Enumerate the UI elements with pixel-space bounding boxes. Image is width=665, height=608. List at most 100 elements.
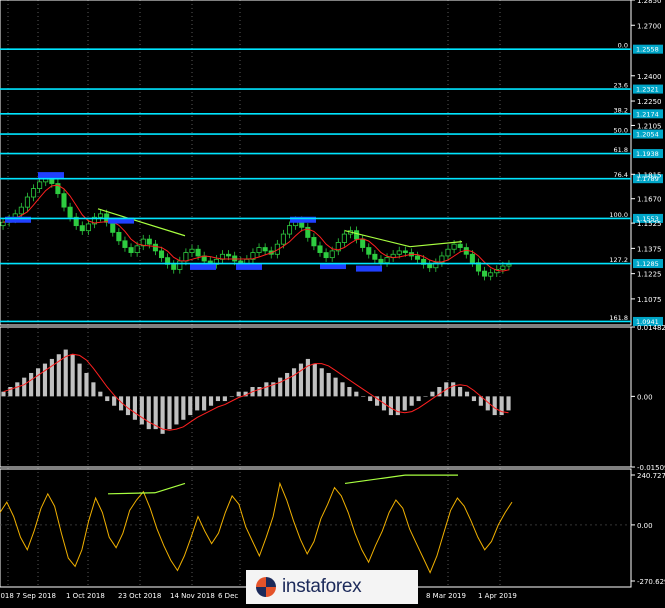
macd-bar [264, 382, 269, 397]
macd-panel-border [0, 326, 632, 468]
candle-body [98, 213, 104, 218]
fib-price-label: 1.1285 [636, 260, 659, 268]
macd-bar [506, 396, 511, 411]
candle-body [317, 245, 323, 253]
candle-body [61, 193, 67, 208]
fib-level-tag: 161.8 [609, 314, 628, 322]
macd-bar [236, 391, 241, 397]
swing-marker [38, 172, 64, 179]
candle-body [286, 225, 293, 235]
candle-body [354, 230, 360, 240]
candle-body [18, 206, 24, 215]
macd-bar [35, 368, 41, 397]
candle-body [116, 231, 122, 242]
macd-bar [132, 396, 137, 420]
candle-body [262, 247, 268, 252]
candle-body [341, 233, 347, 243]
candle-body [366, 247, 372, 255]
macd-bar [22, 377, 27, 397]
macd-bar [70, 354, 75, 397]
candle-body [445, 248, 451, 257]
fib-level-tag: 38.2 [614, 106, 628, 114]
macd-bar [181, 396, 186, 420]
macd-bar [105, 396, 110, 402]
y-tick-label: 1.1525 [637, 220, 662, 228]
candle-body [488, 272, 494, 277]
candle-body [171, 263, 177, 270]
swing-marker [236, 263, 262, 270]
candle-body [482, 270, 488, 277]
chart-svg[interactable]: 0.0 1.2558 23.6 1.2321 38.2 1.2174 50.0 1.2054 6… [0, 0, 665, 604]
macd-bar [319, 368, 324, 397]
candle-body [402, 250, 408, 253]
candle-body [329, 250, 335, 259]
candle-body [311, 237, 317, 247]
fib-price-label: 1.2054 [636, 131, 659, 139]
x-tick-label: 1 Oct 2018 [66, 592, 105, 600]
y-tick-label: 1.2850 [637, 0, 662, 5]
candle-body [232, 255, 238, 262]
macd-bar [305, 358, 310, 397]
macd-bar [402, 396, 407, 411]
candle-body [24, 196, 30, 208]
candle-body [451, 243, 457, 250]
macd-bar [29, 372, 34, 397]
candle-body [189, 248, 195, 253]
macd-bar [222, 396, 227, 402]
macd-bar [340, 382, 345, 397]
macd-bar [409, 396, 414, 406]
macd-bar [291, 368, 297, 397]
macd-bar [188, 396, 193, 416]
candle-body [500, 265, 506, 270]
candle-body [110, 221, 116, 233]
macd-bar [202, 396, 207, 411]
macd-bar [167, 396, 172, 430]
y-tick-label: 1.2250 [637, 98, 662, 106]
candle-body [256, 247, 262, 253]
x-tick-label: 8 Mar 2019 [426, 592, 466, 600]
y-tick-label: 1.2105 [637, 122, 662, 130]
candle-body [384, 257, 390, 264]
fib-price-label: 1.1938 [636, 150, 659, 158]
y-tick-label: 1.2700 [637, 22, 662, 30]
candle-body [134, 245, 140, 253]
macd-bar [416, 396, 421, 402]
instaforex-watermark: instaforex [246, 570, 418, 604]
macd-bar [278, 377, 283, 397]
candle-body [79, 225, 85, 232]
x-tick-label: 23 Oct 2018 [118, 592, 161, 600]
candle-body [457, 243, 463, 248]
swing-marker [190, 263, 216, 270]
osc-y-tick-label: 240.7272 [637, 472, 665, 480]
macd-bar [464, 391, 470, 397]
macd-bar [354, 391, 359, 397]
x-tick-label: 6 Dec [218, 592, 238, 600]
y-tick-label: 1.1815 [637, 171, 662, 179]
candle-body [280, 233, 286, 245]
x-tick-label: 2018 [0, 592, 14, 600]
macd-bar [77, 363, 82, 397]
fib-level-tag: 0.0 [618, 42, 628, 50]
y-tick-label: 1.1225 [637, 271, 662, 279]
fib-level-tag: 50.0 [614, 127, 628, 135]
candle-body [128, 247, 134, 253]
candle-body [30, 188, 37, 198]
macd-bar [215, 396, 221, 402]
swing-marker [356, 265, 382, 272]
x-tick-label: 1 Apr 2019 [478, 592, 517, 600]
candle-body [506, 263, 512, 267]
macd-bar [312, 363, 317, 397]
candle-body [37, 181, 43, 190]
fib-level-tag: 61.8 [614, 146, 628, 154]
instaforex-logo-icon [256, 577, 276, 597]
macd-bar [285, 372, 290, 397]
macd-bar [195, 396, 200, 411]
chart-stage: 0.0 1.2558 23.6 1.2321 38.2 1.2174 50.0 1.2054 6… [0, 0, 665, 604]
candle-body [372, 253, 378, 260]
macd-bar [84, 372, 89, 397]
osc-y-tick-label: -270.6290 [637, 578, 665, 586]
macd-bar [361, 396, 366, 397]
fib-price-label: 1.2174 [636, 110, 659, 118]
macd-bar [112, 396, 117, 406]
x-tick-label: 14 Nov 2018 [170, 592, 215, 600]
